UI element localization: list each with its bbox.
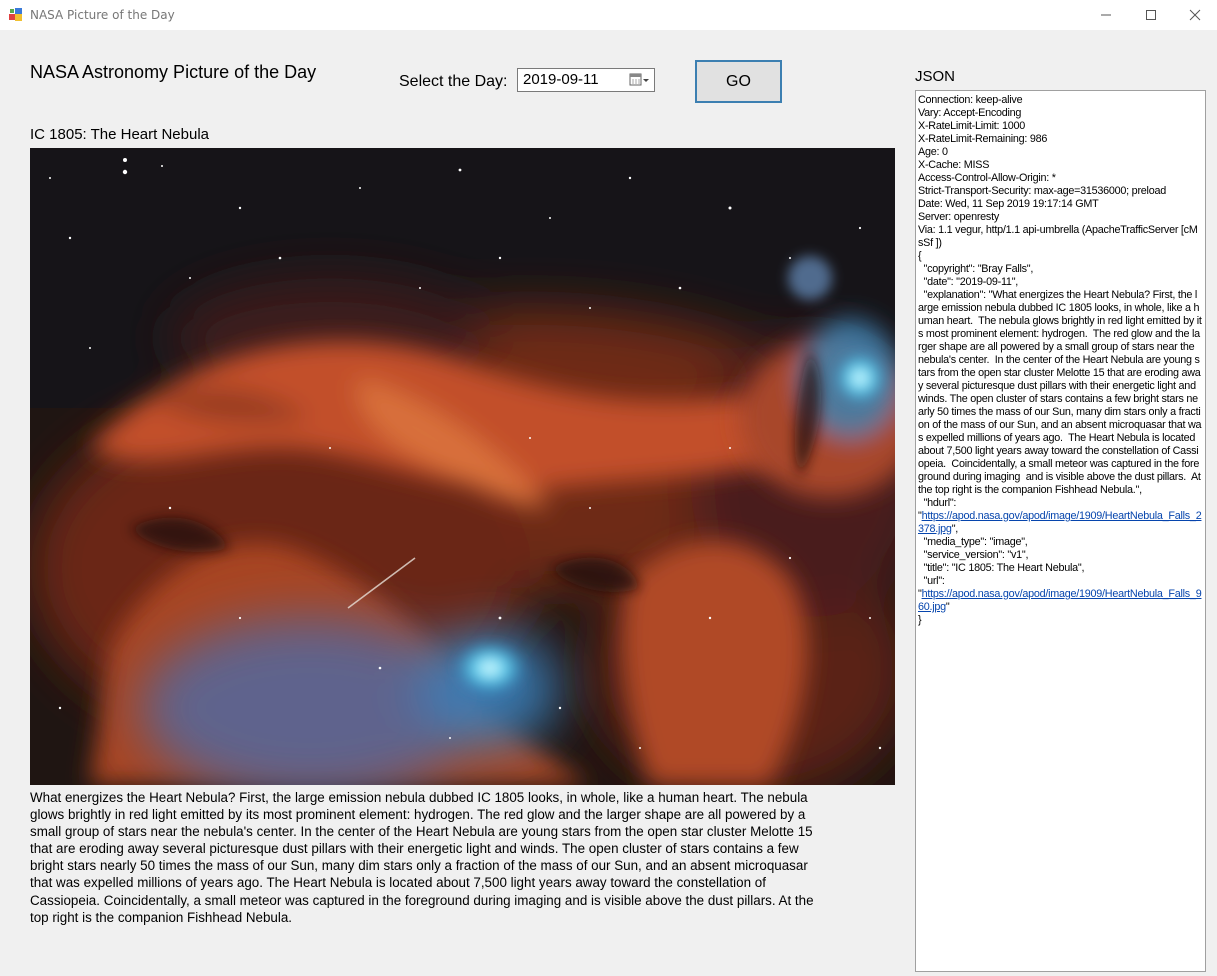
json-copyright-line: "copyright": "Bray Falls", [918, 263, 1034, 275]
go-button[interactable]: GO [695, 60, 782, 103]
minimize-button[interactable] [1083, 0, 1129, 30]
json-title-line: "title": "IC 1805: The Heart Nebula", [918, 562, 1085, 574]
json-header-line: Age: 0 [918, 146, 948, 158]
maximize-icon [1146, 10, 1156, 20]
json-url-key: "url": [918, 575, 945, 587]
json-header-line: Connection: keep-alive [918, 94, 1023, 106]
json-header-line: X-RateLimit-Limit: 1000 [918, 120, 1026, 132]
json-header-line: Access-Control-Allow-Origin: * [918, 172, 1056, 184]
calendar-dropdown-icon[interactable] [628, 72, 652, 88]
window-titlebar: NASA Picture of the Day [0, 0, 1217, 30]
json-header-line: Server: openresty [918, 211, 999, 223]
window-title: NASA Picture of the Day [30, 8, 175, 22]
json-header-line: Date: Wed, 11 Sep 2019 19:17:14 GMT [918, 198, 1099, 210]
json-date-line: "date": "2019-09-11", [918, 276, 1019, 288]
json-close-brace: } [918, 614, 922, 626]
json-quote: " [945, 601, 950, 613]
json-explanation-line: "explanation": "What energizes the Heart… [918, 289, 1204, 496]
close-button[interactable] [1172, 0, 1217, 30]
select-day-label: Select the Day: [399, 73, 508, 90]
json-quote-comma: ", [951, 523, 959, 535]
json-header-line: Vary: Accept-Encoding [918, 107, 1022, 119]
url-link[interactable]: https://apod.nasa.gov/apod/image/1909/He… [918, 588, 1202, 613]
nebula-picture [30, 148, 895, 785]
app-icon [9, 8, 22, 21]
json-url-line: "https://apod.nasa.gov/apod/image/1909/H… [918, 588, 1202, 614]
maximize-button[interactable] [1128, 0, 1174, 30]
app-heading: NASA Astronomy Picture of the Day [30, 62, 317, 82]
json-hdurl-line: "https://apod.nasa.gov/apod/image/1909/H… [918, 510, 1202, 536]
json-open-brace: { [918, 250, 922, 262]
json-panel-label: JSON [915, 68, 956, 85]
json-header-line: Via: 1.1 vegur, http/1.1 api-umbrella (A… [918, 224, 1198, 249]
json-header-line: X-Cache: MISS [918, 159, 990, 171]
json-textbox[interactable]: Connection: keep-alive Vary: Accept-Enco… [915, 90, 1206, 972]
minimize-icon [1101, 14, 1111, 16]
picture-explanation: What energizes the Heart Nebula? First, … [30, 790, 814, 925]
date-value[interactable]: 2019-09-11 [523, 71, 599, 88]
close-icon [1189, 9, 1201, 21]
json-media-type-line: "media_type": "image", [918, 536, 1028, 548]
date-picker[interactable]: 2019-09-11 [517, 68, 655, 92]
json-header-line: X-RateLimit-Remaining: 986 [918, 133, 1048, 145]
json-header-line: Strict-Transport-Security: max-age=31536… [918, 185, 1166, 197]
picture-title: IC 1805: The Heart Nebula [30, 126, 209, 143]
json-hdurl-key: "hdurl": [918, 497, 957, 509]
hdurl-link[interactable]: https://apod.nasa.gov/apod/image/1909/He… [918, 510, 1202, 535]
json-service-version-line: "service_version": "v1", [918, 549, 1029, 561]
